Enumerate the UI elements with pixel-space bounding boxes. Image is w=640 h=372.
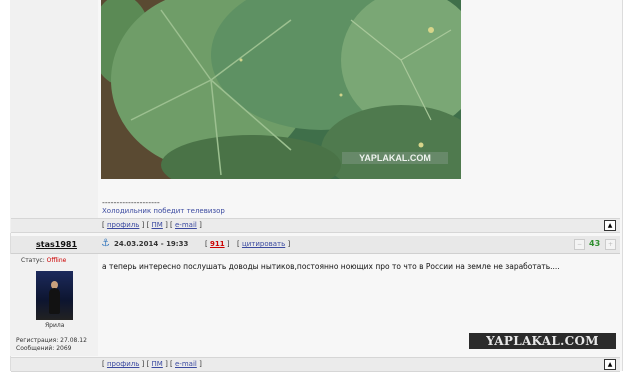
post-number-link[interactable]: 911 xyxy=(210,240,225,248)
post-body: а теперь интересно послушать доводы ныти… xyxy=(102,262,560,271)
post-date: 24.03.2014 - 19:33 xyxy=(114,240,189,248)
quote-link[interactable]: цитировать xyxy=(242,240,285,248)
post-image-leaves[interactable]: YAPLAKAL.COM xyxy=(101,0,461,179)
left-column xyxy=(10,0,98,233)
signature-text: Холодильник победит телевизор xyxy=(102,207,225,215)
anchor-icon[interactable]: ⚓ xyxy=(101,238,110,249)
avatar[interactable] xyxy=(36,271,73,320)
vote-down-icon[interactable]: − xyxy=(574,239,585,250)
post-footer-2: [ профиль ] [ ПМ ] [ e-mail ] ▲ xyxy=(11,357,620,372)
vote-up-icon[interactable]: + xyxy=(605,239,616,250)
registration-date: Регистрация: 27.08.12 xyxy=(16,337,87,344)
post-footer-1: [ профиль ] [ ПМ ] [ e-mail ] ▲ xyxy=(11,218,620,233)
post-watermark: YAPLAKAL.COM xyxy=(469,333,616,349)
footer-links-2: [ профиль ] [ ПМ ] [ e-mail ] xyxy=(102,360,202,368)
post-rating: 43 xyxy=(589,239,601,248)
email-link[interactable]: e-mail xyxy=(175,221,197,229)
post-number: [ 911 ] xyxy=(205,240,230,248)
pm-link[interactable]: ПМ xyxy=(152,360,163,368)
message-count: Сообщений: 2069 xyxy=(16,345,72,352)
email-link[interactable]: e-mail xyxy=(175,360,197,368)
avatar-caption: Ярила xyxy=(45,322,65,329)
avatar-figure xyxy=(49,288,60,314)
status-value: Offline xyxy=(46,257,67,264)
profile-link[interactable]: профиль xyxy=(107,360,139,368)
scroll-top-icon[interactable]: ▲ xyxy=(604,359,616,370)
user-stats: Регистрация: 27.08.12 Сообщений: 2069 xyxy=(16,337,87,353)
user-status: Статус: Offline xyxy=(21,257,66,264)
image-watermark: YAPLAKAL.COM xyxy=(359,153,431,163)
username-link[interactable]: stas1981 xyxy=(36,240,77,249)
quote-button: [ цитировать ] xyxy=(237,240,291,248)
footer-links-1: [ профиль ] [ ПМ ] [ e-mail ] xyxy=(102,221,202,229)
signature-separator: -------------------- xyxy=(102,198,160,207)
pm-link[interactable]: ПМ xyxy=(152,221,163,229)
profile-link[interactable]: профиль xyxy=(107,221,139,229)
post-header: stas1981 ⚓ 24.03.2014 - 19:33 [ 911 ] [ … xyxy=(11,236,620,254)
status-label: Статус: xyxy=(21,257,45,264)
scroll-top-icon[interactable]: ▲ xyxy=(604,220,616,231)
